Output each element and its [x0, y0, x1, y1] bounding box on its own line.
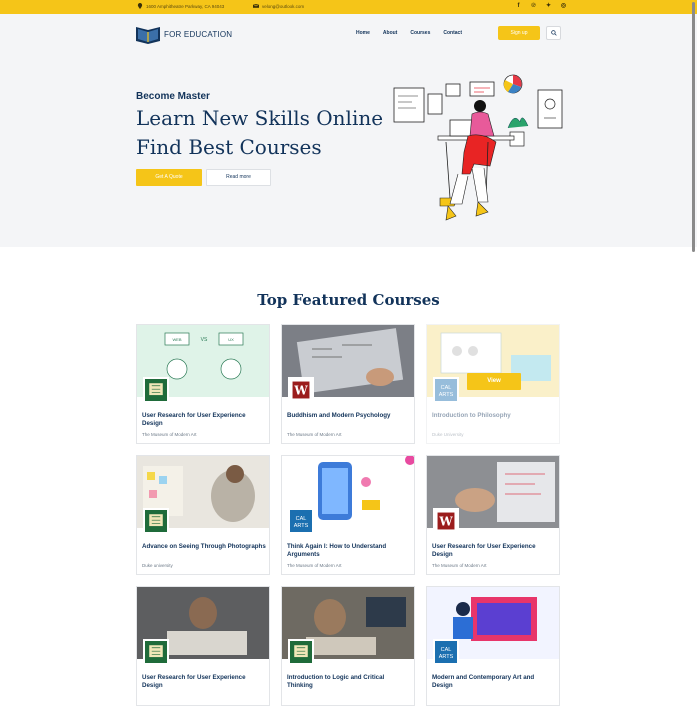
search-icon: [551, 30, 557, 36]
nav-menu: Home About Courses Contact: [356, 30, 462, 36]
course-provider: Duke university: [142, 563, 173, 568]
course-provider: The Museum of Modern Art: [287, 563, 342, 568]
featured-courses-title: Top Featured Courses: [257, 291, 440, 309]
social-links: f ℗ ✦ ◎: [515, 3, 567, 10]
university-seal-icon: [143, 377, 169, 403]
course-title[interactable]: Think Again I: How to Understand Argumen…: [287, 543, 411, 558]
page-scrollbar[interactable]: [692, 2, 695, 252]
svg-text:CAL: CAL: [441, 647, 452, 653]
svg-text:ARTS: ARTS: [439, 654, 454, 660]
course-card[interactable]: User Research for User Experience Design: [136, 586, 270, 706]
course-title[interactable]: Introduction to Logic and Critical Think…: [287, 674, 411, 689]
course-title[interactable]: Buddhism and Modern Psychology: [287, 412, 411, 420]
view-course-button[interactable]: View: [467, 373, 521, 390]
w-logo-icon: W: [288, 377, 314, 403]
course-provider: Duke University: [432, 432, 464, 437]
university-seal-icon: [143, 639, 169, 665]
nav-about[interactable]: About: [383, 30, 397, 36]
course-card[interactable]: Introduction to Logic and Critical Think…: [281, 586, 415, 706]
svg-text:VS: VS: [201, 337, 208, 343]
logo-text[interactable]: FOR EDUCATION: [164, 30, 232, 39]
university-seal-icon: [143, 508, 169, 534]
top-info-bar: 1600 Amphitheatre Parkway, CA 94043 velo…: [0, 0, 697, 14]
svg-text:UX: UX: [228, 337, 234, 342]
mail-icon: [253, 3, 259, 8]
svg-text:CAL: CAL: [296, 516, 307, 522]
svg-text:CAL: CAL: [441, 385, 452, 391]
course-card[interactable]: WEB VS UX User Research for User Experie…: [136, 324, 270, 444]
course-provider: The Museum of Modern Art: [287, 432, 342, 437]
svg-text:WEB: WEB: [172, 337, 181, 342]
hero-title: Learn New Skills Online Find Best Course…: [136, 104, 396, 162]
university-seal-icon: [288, 639, 314, 665]
facebook-icon[interactable]: f: [515, 3, 522, 10]
course-card[interactable]: Advance on Seeing Through Photographs Du…: [136, 455, 270, 575]
nav-courses[interactable]: Courses: [410, 30, 430, 36]
pinterest-icon[interactable]: ℗: [530, 3, 537, 10]
hero-title-line1: Learn New Skills Online: [136, 106, 384, 130]
book-logo-icon[interactable]: [136, 24, 160, 44]
course-card[interactable]: W Buddhism and Modern Psychology The Mus…: [281, 324, 415, 444]
hero-kicker: Become Master: [136, 91, 210, 102]
signup-button[interactable]: Sign up: [498, 26, 540, 40]
svg-text:ARTS: ARTS: [439, 392, 454, 398]
hero-title-line2: Find Best Courses: [136, 135, 322, 159]
course-card[interactable]: W User Research for User Experience Desi…: [426, 455, 560, 575]
course-title[interactable]: User Research for User Experience Design: [142, 674, 266, 689]
course-title[interactable]: User Research for User Experience Design: [142, 412, 266, 427]
calarts-logo-icon: CALARTS: [433, 639, 459, 665]
course-title[interactable]: Introduction to Philosophy: [432, 412, 556, 420]
read-more-button[interactable]: Read more: [206, 169, 271, 186]
twitter-icon[interactable]: ✦: [545, 3, 552, 10]
course-card[interactable]: CAL ARTS Modern and Contemporary Art and …: [426, 586, 560, 706]
course-title[interactable]: User Research for User Experience Design: [432, 543, 556, 558]
calarts-logo-icon: CALARTS: [288, 508, 314, 534]
course-title[interactable]: Modern and Contemporary Art and Design: [432, 674, 556, 689]
nav-home[interactable]: Home: [356, 30, 370, 36]
svg-text:W: W: [438, 515, 453, 529]
instagram-icon[interactable]: ◎: [560, 3, 567, 10]
address-item: 1600 Amphitheatre Parkway, CA 94043: [137, 3, 224, 9]
course-provider: The Museum of Modern Art: [142, 432, 197, 437]
calarts-logo-icon: CALARTS: [433, 377, 459, 403]
location-pin-icon: [137, 3, 143, 9]
main-nav: FOR EDUCATION Home About Courses Contact…: [136, 24, 562, 44]
course-provider: The Museum of Modern Art: [432, 563, 487, 568]
email-item[interactable]: velong@outlook.com: [253, 3, 304, 9]
svg-text:W: W: [293, 384, 308, 398]
hero-illustration: [393, 74, 563, 221]
course-title[interactable]: Advance on Seeing Through Photographs: [142, 543, 266, 551]
svg-text:ARTS: ARTS: [294, 523, 309, 529]
get-quote-button[interactable]: Get A Quote: [136, 169, 202, 186]
email-text[interactable]: velong@outlook.com: [262, 4, 304, 9]
course-card[interactable]: CAL ARTS Think Again I: How to Understand…: [281, 455, 415, 575]
address-text: 1600 Amphitheatre Parkway, CA 94043: [146, 3, 225, 9]
search-button[interactable]: [546, 26, 561, 40]
nav-contact[interactable]: Contact: [443, 30, 462, 36]
w-logo-icon: W: [433, 508, 459, 534]
